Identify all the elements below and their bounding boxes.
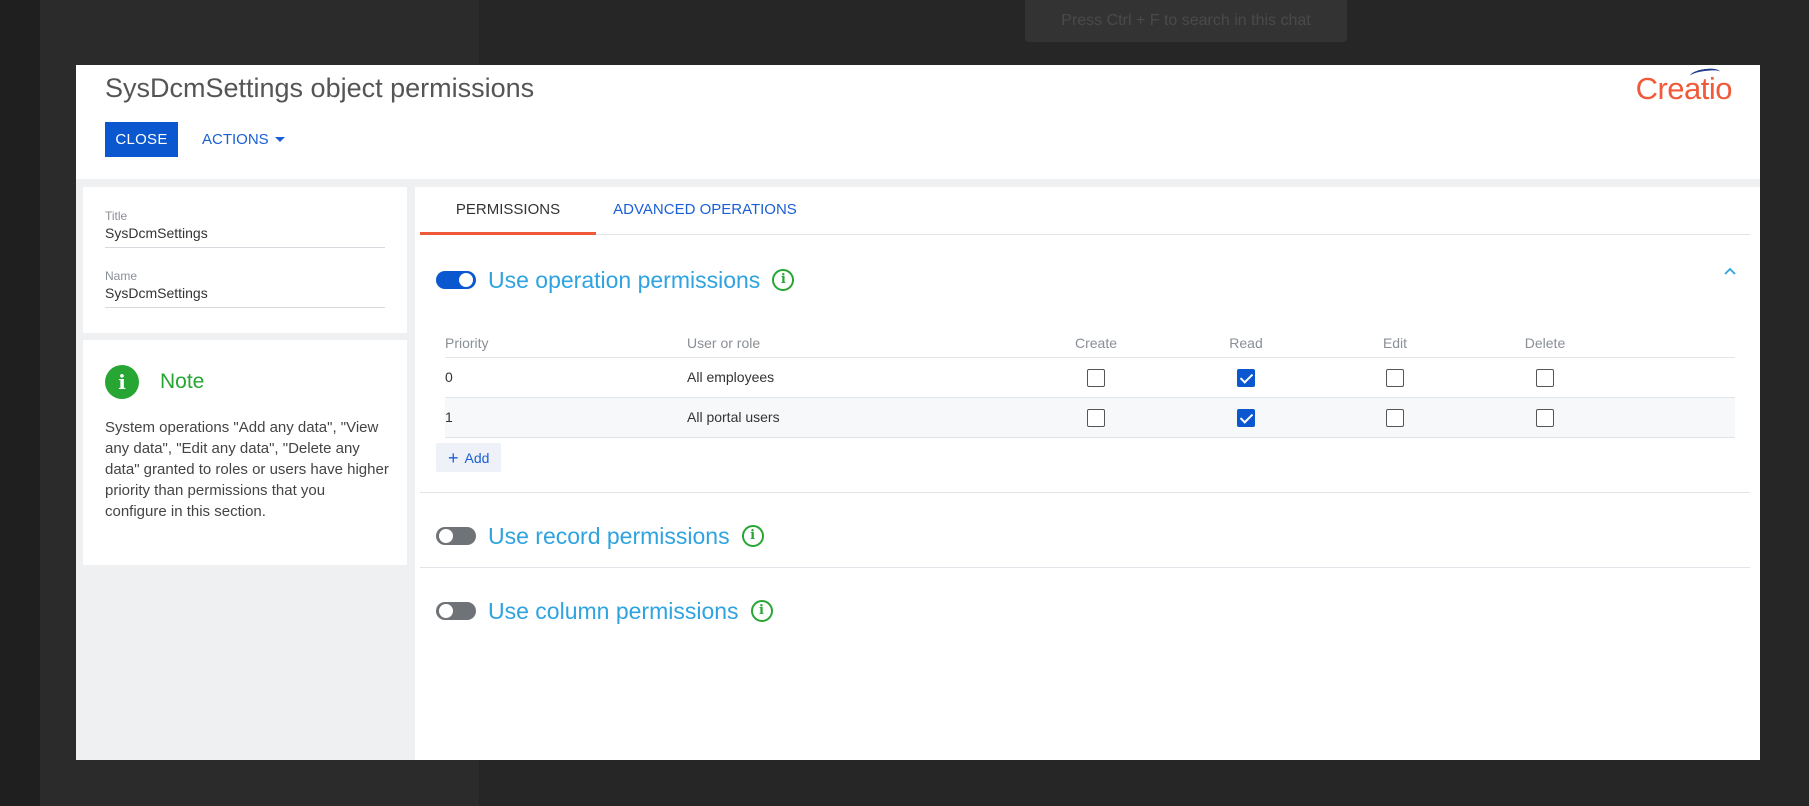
operation-permissions-title: Use operation permissions (488, 266, 761, 293)
record-permissions-header: Use record permissions i (436, 516, 764, 556)
toggle-knob (439, 529, 453, 543)
record-permissions-toggle[interactable] (436, 527, 476, 545)
delete-checkbox[interactable] (1536, 409, 1554, 428)
actions-button[interactable]: ACTIONS (202, 122, 285, 157)
section-divider (420, 567, 1750, 568)
record-permissions-title: Use record permissions (488, 522, 730, 549)
read-cell (1216, 398, 1276, 436)
plus-icon: + (448, 447, 459, 468)
name-field-value: SysDcmSettings (105, 285, 208, 301)
column-delete[interactable]: Delete (1515, 333, 1575, 353)
column-permissions-header: Use column permissions i (436, 591, 773, 631)
column-edit[interactable]: Edit (1365, 333, 1425, 353)
column-create[interactable]: Create (1066, 333, 1126, 353)
create-checkbox[interactable] (1087, 369, 1105, 388)
name-field[interactable]: Name SysDcmSettings (105, 269, 385, 308)
close-button[interactable]: CLOSE (105, 122, 178, 157)
row-user-or-role: All portal users (687, 409, 780, 425)
name-field-label: Name (105, 269, 138, 283)
operation-permissions-toggle[interactable] (436, 271, 476, 289)
row-priority: 0 (445, 369, 453, 385)
title-field[interactable]: Title SysDcmSettings (105, 209, 385, 248)
info-icon[interactable]: i (750, 600, 773, 622)
modal-header: SysDcmSettings object permissions CLOSE … (76, 65, 1760, 179)
column-permissions-title: Use column permissions (488, 597, 739, 624)
background-sidebar (0, 0, 40, 806)
tab-advanced-operations[interactable]: ADVANCED OPERATIONS (596, 187, 814, 235)
row-user-or-role: All employees (687, 369, 775, 385)
section-divider (420, 492, 1750, 493)
toggle-knob (459, 273, 473, 287)
create-cell (1066, 398, 1126, 436)
page-title: SysDcmSettings object permissions (105, 73, 535, 103)
info-icon[interactable]: i (741, 525, 764, 547)
column-priority[interactable]: Priority (445, 333, 489, 353)
edit-checkbox[interactable] (1386, 409, 1404, 428)
permissions-panel: PERMISSIONS ADVANCED OPERATIONS Use oper… (415, 187, 1760, 760)
background-search-hint: Press Ctrl + F to search in this chat (1025, 0, 1347, 42)
delete-cell (1515, 358, 1575, 396)
toggle-knob (439, 604, 453, 618)
edit-cell (1365, 398, 1425, 436)
info-icon: i (105, 365, 139, 399)
actions-label: ACTIONS (202, 131, 269, 148)
operation-permissions-grid: Priority User or role Create Read Edit D… (445, 333, 1735, 438)
title-field-label: Title (105, 209, 128, 223)
read-cell (1216, 358, 1276, 396)
creatio-logo: Creatio (1635, 71, 1733, 106)
operation-permissions-header: Use operation permissions i (436, 260, 795, 300)
edit-checkbox[interactable] (1386, 369, 1404, 388)
note-card: i Note System operations "Add any data",… (83, 340, 407, 565)
column-permissions-toggle[interactable] (436, 602, 476, 620)
object-info-card: Title SysDcmSettings Name SysDcmSettings (83, 187, 407, 333)
read-checkbox[interactable] (1237, 369, 1255, 388)
tab-bar: PERMISSIONS ADVANCED OPERATIONS (420, 187, 1750, 235)
add-label: Add (464, 449, 490, 466)
read-checkbox[interactable] (1237, 409, 1255, 428)
column-user-or-role[interactable]: User or role (687, 333, 760, 353)
permissions-modal: SysDcmSettings object permissions CLOSE … (76, 65, 1760, 760)
create-checkbox[interactable] (1087, 409, 1105, 428)
delete-cell (1515, 398, 1575, 436)
row-priority: 1 (445, 409, 453, 425)
add-button[interactable]: + Add (436, 443, 502, 472)
create-cell (1066, 358, 1126, 396)
tab-permissions[interactable]: PERMISSIONS (420, 187, 596, 235)
delete-checkbox[interactable] (1536, 369, 1554, 388)
table-row[interactable]: 1 All portal users (445, 398, 1735, 438)
grid-header: Priority User or role Create Read Edit D… (445, 333, 1735, 358)
edit-cell (1365, 358, 1425, 396)
column-read[interactable]: Read (1216, 333, 1276, 353)
caret-down-icon (274, 137, 285, 142)
note-title: Note (160, 370, 205, 393)
info-icon[interactable]: i (772, 269, 795, 291)
table-row[interactable]: 0 All employees (445, 358, 1735, 398)
chevron-up-icon[interactable] (1724, 265, 1736, 277)
title-field-value: SysDcmSettings (105, 225, 208, 241)
note-text: System operations "Add any data", "View … (105, 419, 389, 520)
